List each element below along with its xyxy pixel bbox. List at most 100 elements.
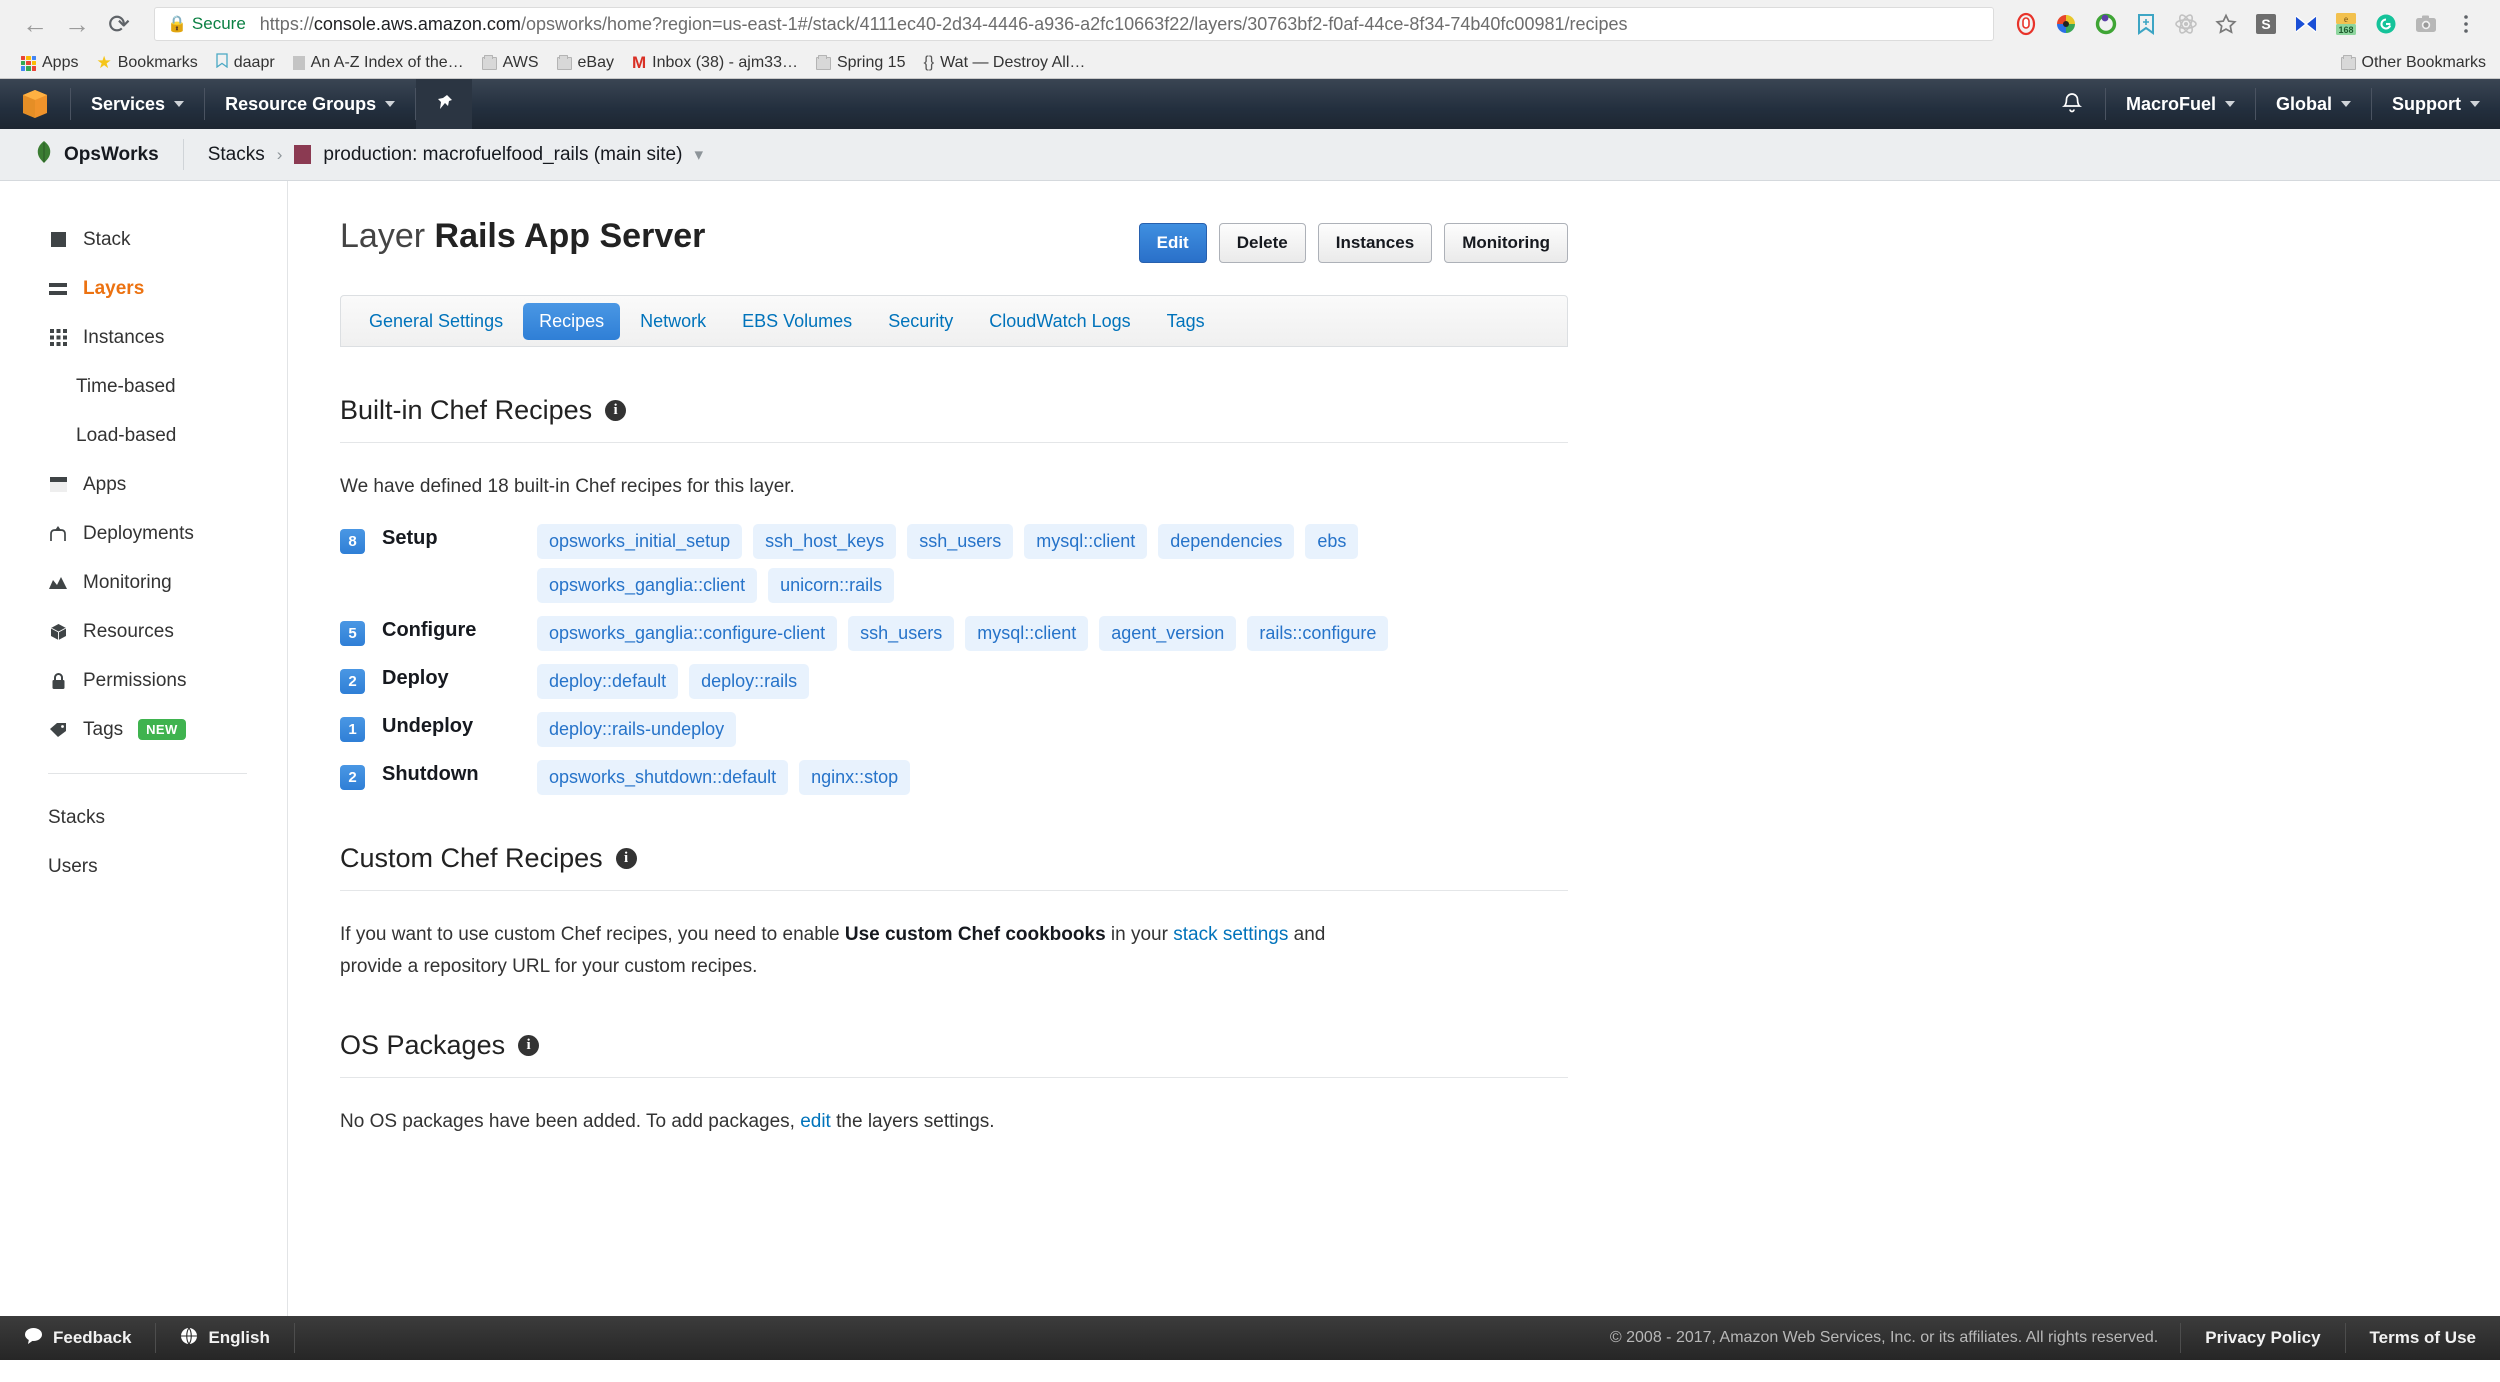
folder-icon — [556, 54, 572, 70]
recipe-tag[interactable]: opsworks_shutdown::default — [537, 760, 789, 796]
nav-account-menu[interactable]: MacroFuel — [2106, 79, 2255, 129]
bookmark-az-index[interactable]: An A-Z Index of the… — [284, 50, 473, 76]
recipe-tag[interactable]: opsworks_ganglia::configure-client — [537, 616, 838, 652]
bookmark-apps[interactable]: Apps — [12, 50, 87, 76]
grammarly-g-icon[interactable] — [2369, 7, 2403, 41]
bookmark-spring15[interactable]: Spring 15 — [807, 50, 915, 76]
privacy-policy-link[interactable]: Privacy Policy — [2181, 1316, 2344, 1360]
chevron-down-icon[interactable]: ▾ — [694, 145, 703, 165]
recipe-tag[interactable]: opsworks_ganglia::client — [537, 568, 758, 604]
recipe-tag[interactable]: rails::configure — [1247, 616, 1389, 652]
resources-cube-icon — [48, 622, 68, 642]
recipe-tag[interactable]: unicorn::rails — [768, 568, 895, 604]
bookmark-daapr[interactable]: daapr — [207, 50, 284, 76]
bookmark-wat[interactable]: {} Wat — Destroy All… — [914, 50, 1094, 76]
recipe-tag[interactable]: nginx::stop — [799, 760, 911, 796]
back-arrow-icon[interactable]: ← — [14, 3, 56, 45]
opsworks-brand[interactable]: OpsWorks — [0, 129, 183, 180]
colorzilla-eyedropper-icon[interactable] — [2049, 7, 2083, 41]
recipe-tag[interactable]: mysql::client — [1024, 524, 1148, 560]
recipe-tag[interactable]: ssh_users — [848, 616, 955, 652]
recipe-tag-list: opsworks_shutdown::default nginx::stop — [537, 760, 911, 796]
recipe-tag[interactable]: ssh_users — [907, 524, 1014, 560]
aws-nav-right: MacroFuel Global Support — [2039, 79, 2500, 129]
bookmark-inbox[interactable]: M Inbox (38) - ajm33… — [623, 50, 807, 76]
recipe-tag[interactable]: mysql::client — [965, 616, 1089, 652]
sidebar-item-instances[interactable]: Instances — [0, 313, 287, 362]
bookmark-ribbon-icon — [216, 53, 228, 73]
recipe-tag[interactable]: dependencies — [1158, 524, 1295, 560]
feedback-button[interactable]: Feedback — [0, 1316, 155, 1360]
clock-green-icon[interactable] — [2089, 7, 2123, 41]
recipe-tag[interactable]: deploy::rails — [689, 664, 810, 700]
other-bookmarks-button[interactable]: Other Bookmarks — [2340, 48, 2486, 78]
adblock-stop-icon[interactable] — [2009, 7, 2043, 41]
address-bar[interactable]: 🔒 Secure https://console.aws.amazon.com /… — [154, 7, 1994, 41]
sidebar-item-monitoring[interactable]: Monitoring — [0, 558, 287, 607]
tab-security[interactable]: Security — [872, 303, 969, 340]
monitoring-button[interactable]: Monitoring — [1444, 223, 1568, 263]
pin-icon[interactable] — [416, 79, 473, 129]
recipe-tag[interactable]: deploy::rails-undeploy — [537, 712, 737, 748]
notification-bell-icon[interactable] — [2039, 79, 2105, 129]
tab-cloudwatch-logs[interactable]: CloudWatch Logs — [973, 303, 1146, 340]
star-bookmark-icon[interactable] — [2209, 7, 2243, 41]
sidebar-item-resources[interactable]: Resources — [0, 607, 287, 656]
reload-icon[interactable]: ⟳ — [98, 3, 140, 45]
sidebar-item-permissions[interactable]: Permissions — [0, 656, 287, 705]
breadcrumb-stack-name[interactable]: production: macrofuelfood_rails (main si… — [323, 144, 682, 166]
sidebar-item-label: Time-based — [76, 375, 176, 397]
recipe-tag[interactable]: ebs — [1305, 524, 1359, 560]
delete-button[interactable]: Delete — [1218, 223, 1306, 263]
bookmark-label: AWS — [502, 54, 539, 71]
nav-resource-groups[interactable]: Resource Groups — [205, 79, 415, 129]
sidebar-item-label: Tags — [83, 718, 124, 740]
stylish-s-icon[interactable]: S — [2249, 7, 2283, 41]
tab-tags[interactable]: Tags — [1151, 303, 1221, 340]
recipe-tag[interactable]: opsworks_initial_setup — [537, 524, 743, 560]
nav-services[interactable]: Services — [71, 79, 204, 129]
tab-ebs-volumes[interactable]: EBS Volumes — [726, 303, 868, 340]
page-title-prefix: Layer — [340, 217, 426, 255]
recipe-tag[interactable]: agent_version — [1099, 616, 1237, 652]
recipe-tag[interactable]: deploy::default — [537, 664, 679, 700]
sidebar-item-stacks[interactable]: Stacks — [0, 793, 287, 842]
tab-network[interactable]: Network — [624, 303, 722, 340]
status-badge: NEW — [138, 719, 186, 740]
recipe-row-shutdown: 2 Shutdown opsworks_shutdown::default nginx… — [340, 760, 1568, 796]
tab-general-settings[interactable]: General Settings — [353, 303, 519, 340]
sidebar-item-users[interactable]: Users — [0, 842, 287, 891]
info-icon[interactable]: i — [518, 1035, 540, 1057]
sidebar-item-tags[interactable]: Tags NEW — [0, 705, 287, 754]
bookmark-bookmarks[interactable]: ★ Bookmarks — [87, 50, 206, 76]
edit-layers-settings-link[interactable]: edit — [800, 1111, 831, 1132]
pocket-bookmark-icon[interactable] — [2129, 7, 2163, 41]
breadcrumb-stacks-link[interactable]: Stacks — [208, 144, 265, 166]
tab-recipes[interactable]: Recipes — [523, 302, 621, 340]
info-icon[interactable]: i — [605, 400, 627, 421]
pinterest-168-badge-icon[interactable]: e 168 — [2329, 7, 2363, 41]
stack-settings-link[interactable]: stack settings — [1173, 924, 1288, 945]
bookmark-ebay[interactable]: eBay — [548, 50, 623, 76]
chrome-menu-icon[interactable] — [2449, 7, 2483, 41]
bowtie-icon[interactable] — [2289, 7, 2323, 41]
aws-cube-logo-icon[interactable] — [0, 79, 70, 129]
nav-support-menu[interactable]: Support — [2372, 79, 2500, 129]
instances-button[interactable]: Instances — [1317, 223, 1433, 263]
sidebar-item-layers[interactable]: Layers — [0, 264, 287, 313]
language-button[interactable]: English — [156, 1316, 293, 1360]
sidebar-item-stack[interactable]: Stack — [0, 215, 287, 264]
sidebar-item-apps[interactable]: Apps — [0, 460, 287, 509]
react-devtools-icon[interactable] — [2169, 7, 2203, 41]
sidebar-item-deployments[interactable]: Deployments — [0, 509, 287, 558]
forward-arrow-icon[interactable]: → — [56, 3, 98, 45]
info-icon[interactable]: i — [615, 848, 637, 870]
sidebar-item-time-based[interactable]: Time-based — [0, 362, 287, 411]
bookmark-aws[interactable]: AWS — [473, 50, 548, 76]
recipe-tag[interactable]: ssh_host_keys — [753, 524, 897, 560]
camera-screenshot-icon[interactable] — [2409, 7, 2443, 41]
terms-of-use-link[interactable]: Terms of Use — [2346, 1316, 2500, 1360]
nav-region-menu[interactable]: Global — [2256, 79, 2371, 129]
edit-button[interactable]: Edit — [1138, 223, 1207, 263]
sidebar-item-load-based[interactable]: Load-based — [0, 411, 287, 460]
